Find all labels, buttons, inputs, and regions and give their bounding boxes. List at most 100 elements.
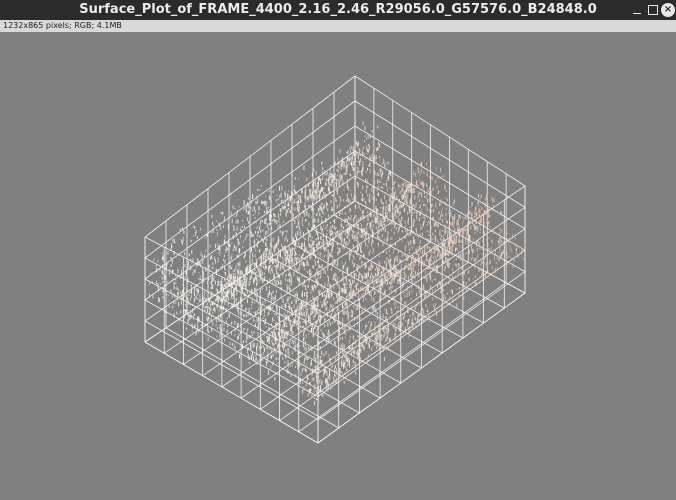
surface-point <box>440 201 442 206</box>
surface-point <box>295 217 297 220</box>
surface-point <box>220 212 222 214</box>
surface-point <box>419 199 420 202</box>
surface-point <box>383 158 385 163</box>
surface-point <box>308 222 310 227</box>
surface-point <box>224 284 225 287</box>
surface-point <box>411 205 413 210</box>
surface-point <box>363 233 365 236</box>
surface-point <box>234 350 236 352</box>
surface-point <box>282 356 284 360</box>
surface-point <box>288 299 290 301</box>
surface-point <box>331 224 333 228</box>
surface-point <box>165 283 167 286</box>
surface-point <box>352 280 354 285</box>
surface-point <box>211 328 213 332</box>
surface-point <box>264 309 266 314</box>
surface-point <box>330 222 331 224</box>
surface-point <box>374 261 375 265</box>
surface-point <box>298 342 299 345</box>
surface-point <box>486 194 488 198</box>
surface-point <box>319 177 321 180</box>
surface-point <box>253 355 255 358</box>
surface-point <box>394 275 396 280</box>
surface-point <box>457 272 459 275</box>
surface-point <box>219 334 221 338</box>
surface-point <box>207 329 209 333</box>
surface-point <box>345 242 347 247</box>
surface-point <box>298 204 300 210</box>
surface-point <box>244 275 246 280</box>
surface-point <box>474 282 476 285</box>
surface-point <box>178 320 180 322</box>
surface-point <box>394 198 396 201</box>
surface-point <box>354 239 356 242</box>
surface-point <box>289 341 291 346</box>
surface-point <box>311 377 313 382</box>
close-button[interactable]: × <box>659 1 676 19</box>
surface-point <box>321 216 323 219</box>
surface-point <box>363 198 365 202</box>
surface-point <box>386 214 388 218</box>
surface-point <box>342 349 344 351</box>
surface-point <box>325 240 327 243</box>
surface-point <box>350 314 352 318</box>
surface-point <box>344 206 345 209</box>
surface-point <box>314 400 316 405</box>
surface-point <box>347 218 348 224</box>
surface-point <box>314 383 316 389</box>
surface-point <box>235 284 237 287</box>
surface-point <box>398 326 400 330</box>
surface-point <box>457 250 459 252</box>
surface-point <box>327 254 329 257</box>
surface-point <box>378 265 380 268</box>
surface-point <box>319 252 321 258</box>
surface-point <box>424 291 426 293</box>
surface-point <box>390 281 392 285</box>
surface-point <box>307 251 309 253</box>
surface-point <box>397 255 399 258</box>
surface-point <box>372 186 374 189</box>
surface-point <box>363 346 365 351</box>
surface-point <box>432 232 434 236</box>
surface-point <box>192 315 194 320</box>
surface-point <box>332 283 334 287</box>
title-bar[interactable]: Surface_Plot_of_FRAME_4400_2.16_2.46_R29… <box>0 0 676 20</box>
surface-point <box>305 355 307 358</box>
surface-point <box>270 306 271 311</box>
surface-point <box>187 315 189 317</box>
surface-point <box>323 225 325 228</box>
surface-point <box>349 224 351 230</box>
surface-point <box>377 180 379 184</box>
surface-point <box>176 311 178 315</box>
surface-point <box>194 269 196 273</box>
surface-point <box>311 236 313 239</box>
surface-point <box>327 267 329 271</box>
surface-point <box>316 357 318 359</box>
surface-point <box>425 204 427 207</box>
surface-point <box>378 272 380 275</box>
surface-point <box>339 185 341 188</box>
surface-point <box>249 196 251 199</box>
surface-point <box>332 364 333 368</box>
surface-point <box>346 151 348 154</box>
surface-point <box>280 296 282 299</box>
surface-point <box>314 272 316 278</box>
surface-point <box>383 328 385 330</box>
surface-point <box>298 200 300 204</box>
surface-point <box>265 218 267 224</box>
surface-point <box>247 264 249 268</box>
surface-point <box>289 327 291 332</box>
surface-point <box>237 262 239 265</box>
surface-point <box>230 282 232 288</box>
surface-point <box>319 205 321 211</box>
surface-point <box>204 237 206 239</box>
surface-point <box>222 284 224 289</box>
surface-point <box>403 301 405 304</box>
surface-point <box>394 192 395 198</box>
surface-plot-canvas[interactable] <box>4 33 672 500</box>
surface-point <box>344 336 346 339</box>
surface-point <box>367 353 369 357</box>
surface-point <box>305 285 307 290</box>
surface-point <box>378 236 380 239</box>
surface-point <box>306 249 308 254</box>
